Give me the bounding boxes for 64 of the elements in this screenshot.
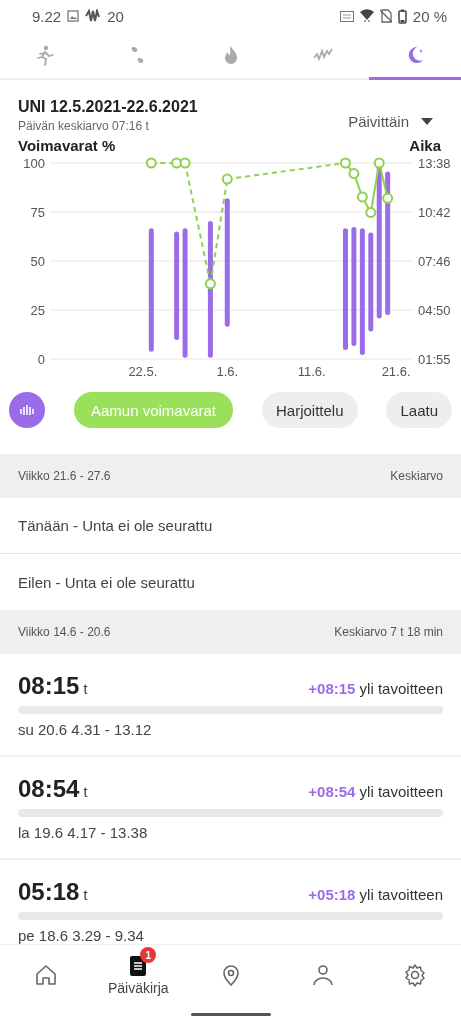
sleep-duration: 08:15 t <box>18 672 88 700</box>
filter-chip[interactable]: Laatu <box>386 392 452 428</box>
day-row[interactable]: Tänään - Unta ei ole seurattu <box>0 498 461 554</box>
axis-label: 1.6. <box>216 364 239 379</box>
axis-label: 75 <box>30 205 45 220</box>
week-average: Keskiarvo 7 t 18 min <box>334 625 443 639</box>
axis-label: 25 <box>30 303 45 318</box>
goal-text: +08:54 yli tavoitteen <box>308 783 443 800</box>
point <box>221 173 233 185</box>
sleep-time-range: su 20.6 4.31 - 13.12 <box>18 721 153 738</box>
axis-title: Aika <box>409 137 441 154</box>
axis-label: 10:42 <box>418 205 451 220</box>
goal-text: +05:18 yli tavoitteen <box>308 886 443 903</box>
point <box>356 191 368 203</box>
image-icon <box>67 10 80 22</box>
week-title: Viikko 14.6 - 20.6 <box>18 625 111 639</box>
period-dropdown[interactable]: Päivittäin <box>348 102 443 132</box>
settings-icon <box>402 962 427 987</box>
person-icon <box>310 962 335 987</box>
wifi-icon <box>359 9 374 23</box>
axis-label: 07:46 <box>418 254 451 269</box>
point <box>339 157 351 169</box>
goal-text: +08:15 yli tavoitteen <box>308 680 443 697</box>
axis-label: 100 <box>23 156 45 171</box>
clock-time: 9.22 <box>32 7 62 25</box>
point <box>204 278 216 290</box>
sleep-time-range: la 19.6 4.17 - 13.38 <box>18 824 149 841</box>
point <box>373 157 385 169</box>
point <box>348 168 360 180</box>
point <box>382 192 394 204</box>
bars-icon <box>20 404 34 416</box>
summary-title: UNI 12.5.2021-22.6.2021 <box>18 98 199 116</box>
dropdown-caret-icon <box>421 117 433 125</box>
week-average: Keskiarvo <box>390 469 443 483</box>
waveform-icon <box>85 9 102 23</box>
axis-label: 22.5. <box>128 364 158 379</box>
day-row[interactable]: Eilen - Unta ei ole seurattu <box>0 554 461 610</box>
battery-level: 20 % <box>412 7 447 25</box>
axis-title: Voimavarat % <box>18 137 116 154</box>
battery-icon <box>397 8 407 24</box>
filter-chip[interactable]: Harjoittelu <box>261 392 358 428</box>
axis-label: 04:50 <box>418 303 451 318</box>
point <box>365 207 377 219</box>
axis-label: 50 <box>30 254 45 269</box>
notification-count: 20 <box>107 7 124 25</box>
point <box>179 157 191 169</box>
chart-type-button[interactable] <box>9 392 45 428</box>
notification-badge: 1 <box>140 947 157 963</box>
axis-label: 01:55 <box>418 352 451 367</box>
axis-label: 0 <box>37 352 45 367</box>
no-sim-icon <box>379 9 392 23</box>
average-text: Päivän keskiarvo 07:16 t <box>18 119 150 133</box>
axis-label: 11.6. <box>297 364 326 379</box>
nav-item[interactable]: Päiväkirja 1 <box>92 945 185 1004</box>
auto-icon <box>339 10 354 22</box>
axis-label: 21.6. <box>381 364 411 379</box>
home-icon <box>34 962 59 987</box>
sleep-duration: 08:54 t <box>18 775 88 803</box>
week-title: Viikko 21.6 - 27.6 <box>18 469 111 483</box>
sleep-time-range: pe 18.6 3.29 - 9.34 <box>18 927 145 944</box>
sleep-duration: 05:18 t <box>18 878 88 906</box>
axis-label: 13:38 <box>418 156 451 171</box>
home-indicator[interactable] <box>190 1012 271 1016</box>
point <box>145 157 157 169</box>
